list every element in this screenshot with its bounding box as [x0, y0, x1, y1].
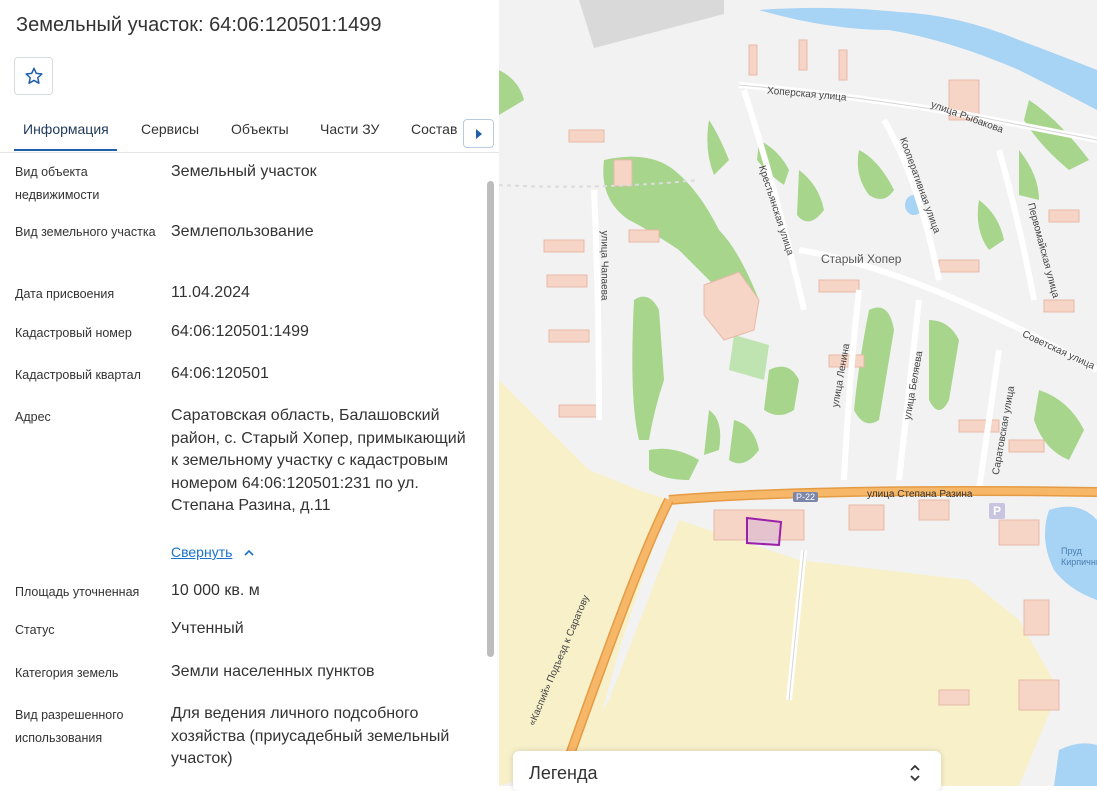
row-label: Площадь уточненная	[15, 585, 140, 599]
chevron-up-icon[interactable]	[243, 548, 255, 558]
favorite-button[interactable]	[14, 57, 53, 95]
chevron-right-icon	[475, 128, 482, 139]
row-value: 64:06:120501	[171, 365, 269, 382]
tab-bar: Информация Сервисы Объекты Части ЗУ Сост…	[0, 108, 499, 153]
page-title: Земельный участок: 64:06:120501:1499	[16, 14, 382, 36]
tab-info[interactable]: Информация	[23, 121, 109, 137]
map-label-razina: улица Степана Разина	[867, 489, 973, 500]
row-label: Категория земель	[15, 666, 119, 680]
map-label-village: Старый Хопер	[821, 252, 902, 266]
row-label: Статус	[15, 623, 55, 637]
row-label: Вид объекта недвижимости	[15, 165, 100, 202]
tabs-scroll-right-button[interactable]	[463, 119, 494, 148]
row-label: Дата присвоения	[15, 287, 115, 301]
row-value: Саратовская область, Балашовский район, …	[171, 407, 466, 514]
row-value: Земли населенных пунктов	[171, 663, 375, 680]
map-label-chapaeva: улица Чапаева	[598, 230, 610, 301]
road-badge: Р-22	[793, 492, 819, 502]
row-value: Землепользование	[171, 223, 314, 240]
info-panel: Земельный участок: 64:06:120501:1499 Инф…	[0, 0, 500, 786]
legend-panel: Легенда	[513, 751, 941, 791]
collapse-label: Свернуть	[171, 544, 233, 560]
expand-collapse-icon[interactable]	[908, 763, 922, 783]
row-value: Земельный участок	[171, 163, 317, 180]
tab-composition[interactable]: Состав	[411, 121, 457, 137]
row-label: Кадастровый квартал	[15, 368, 141, 382]
row-label: Вид разрешенного использования	[15, 708, 124, 745]
row-value: Для ведения личного подсобного хозяйства…	[171, 705, 450, 767]
row-value: 10 000 кв. м	[171, 582, 260, 599]
row-value: 64:06:120501:1499	[171, 323, 309, 340]
legend-title: Легенда	[529, 763, 598, 783]
tab-services[interactable]: Сервисы	[141, 121, 199, 137]
row-label: Вид земельного участка	[15, 225, 156, 239]
row-value: 11.04.2024	[171, 284, 250, 301]
scrollbar-thumb[interactable]	[487, 181, 494, 657]
active-tab-indicator	[14, 149, 117, 151]
collapse-address-link[interactable]: Свернуть	[171, 544, 232, 560]
map-label-pond: Пруд Кирпичный	[1061, 546, 1097, 567]
cadastral-parcel[interactable]	[746, 516, 783, 547]
row-label: Адрес	[15, 410, 51, 424]
parking-sign: P	[993, 504, 1002, 518]
star-icon	[24, 67, 43, 84]
tab-objects[interactable]: Объекты	[231, 121, 289, 137]
row-value: Учтенный	[171, 620, 244, 637]
tab-parts[interactable]: Части ЗУ	[320, 121, 379, 137]
map-view[interactable]: Хоперская улица улица Рыбакова Кооперати…	[499, 0, 1097, 786]
row-label: Кадастровый номер	[15, 326, 132, 340]
